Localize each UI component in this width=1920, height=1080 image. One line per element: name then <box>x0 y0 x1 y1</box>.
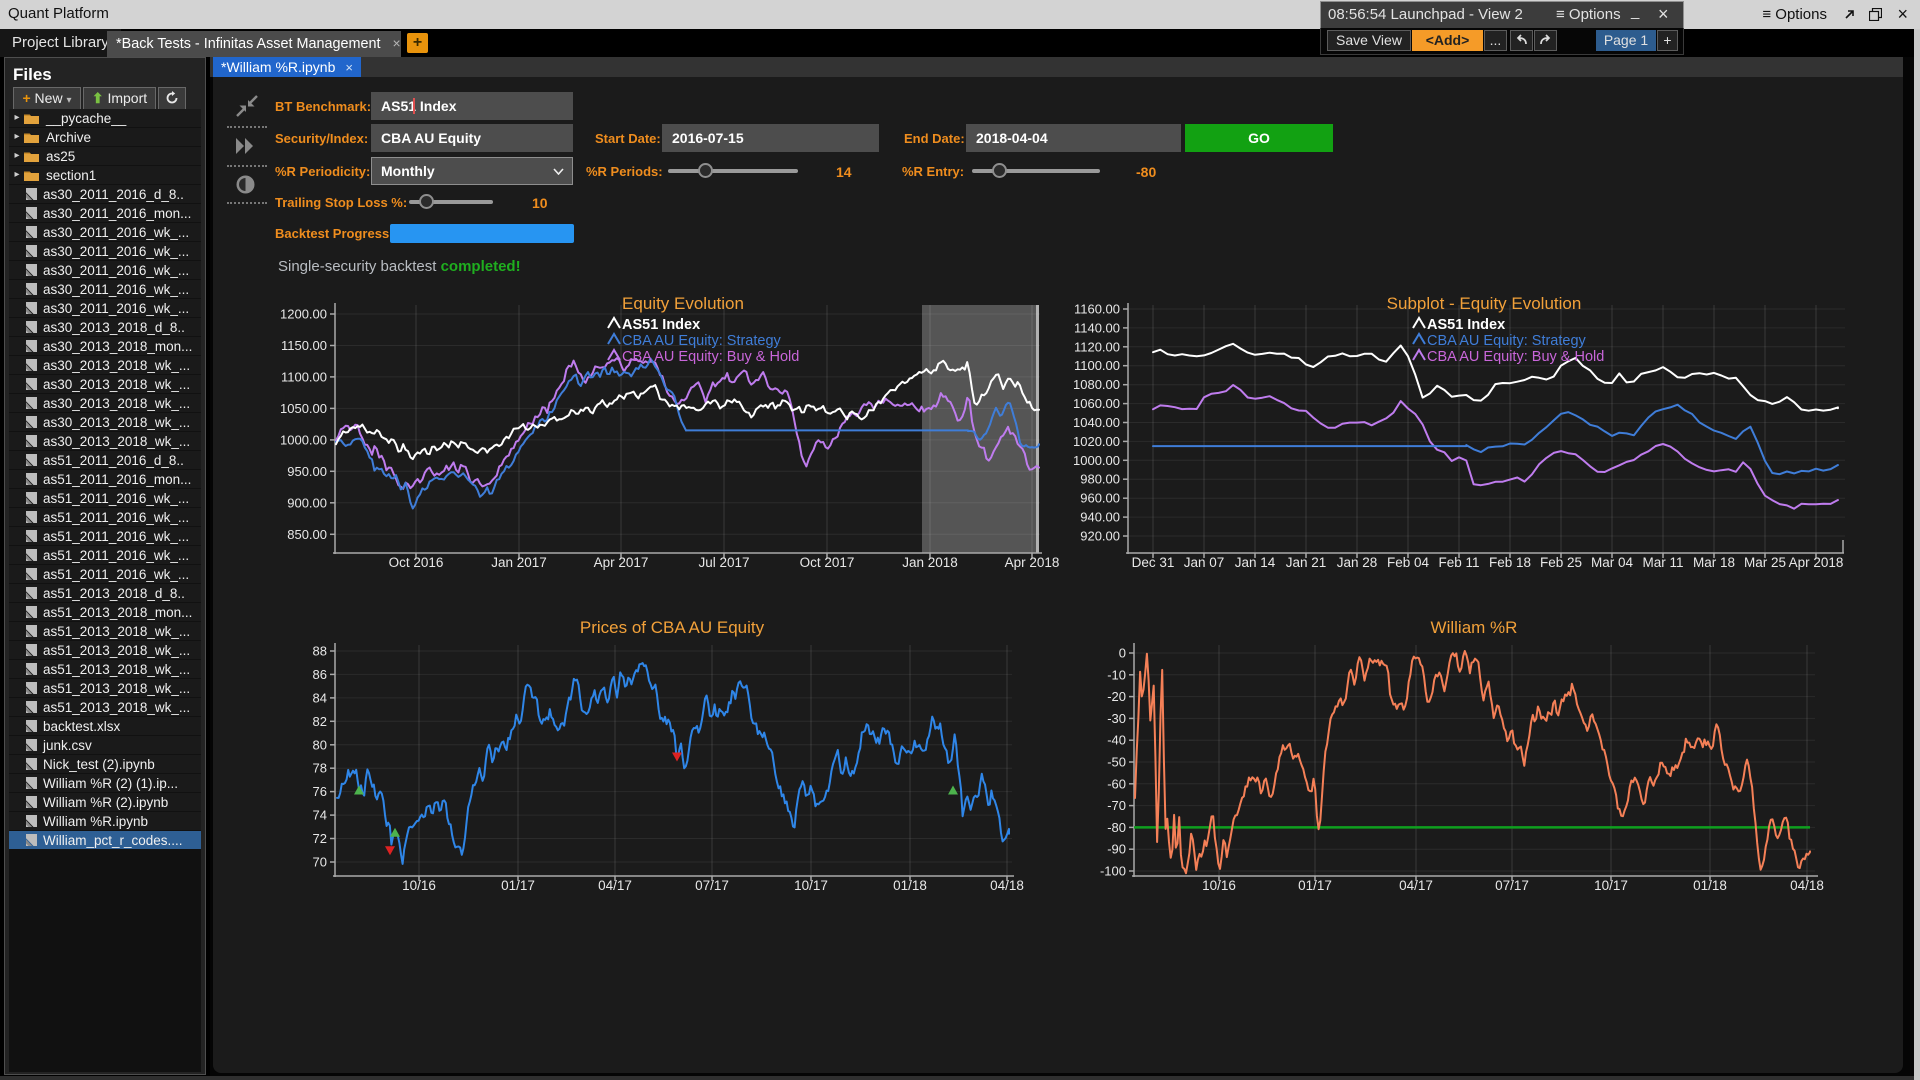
svg-text:0: 0 <box>1119 646 1126 661</box>
svg-text:Jul 2017: Jul 2017 <box>698 555 749 570</box>
svg-text:1000.00: 1000.00 <box>280 432 327 447</box>
svg-text:01/18: 01/18 <box>1693 878 1727 893</box>
svg-text:1120.00: 1120.00 <box>1074 339 1120 354</box>
svg-text:CBA AU Equity: Strategy: CBA AU Equity: Strategy <box>622 333 782 349</box>
svg-text:850.00: 850.00 <box>287 527 327 542</box>
svg-text:10/16: 10/16 <box>1202 878 1236 893</box>
svg-text:82: 82 <box>313 714 327 729</box>
svg-text:1060.00: 1060.00 <box>1073 396 1120 411</box>
svg-text:10/16: 10/16 <box>402 878 436 893</box>
svg-text:Apr 2017: Apr 2017 <box>594 555 649 570</box>
svg-text:80: 80 <box>313 737 327 752</box>
svg-text:900.00: 900.00 <box>287 495 327 510</box>
svg-text:940.00: 940.00 <box>1080 510 1120 525</box>
svg-text:04/18: 04/18 <box>1790 878 1824 893</box>
svg-text:1160.00: 1160.00 <box>1074 302 1120 317</box>
svg-text:04/17: 04/17 <box>598 878 632 893</box>
svg-text:Subplot - Equity Evolution: Subplot - Equity Evolution <box>1387 294 1582 313</box>
svg-text:04/18: 04/18 <box>990 878 1024 893</box>
svg-text:70: 70 <box>313 855 327 870</box>
svg-text:Mar 25: Mar 25 <box>1744 555 1786 570</box>
svg-text:Apr 2018: Apr 2018 <box>1005 555 1060 570</box>
svg-text:-20: -20 <box>1107 689 1126 704</box>
svg-text:04/17: 04/17 <box>1399 878 1433 893</box>
svg-text:950.00: 950.00 <box>287 464 327 479</box>
svg-text:-70: -70 <box>1107 798 1126 813</box>
svg-text:1040.00: 1040.00 <box>1073 415 1120 430</box>
svg-text:07/17: 07/17 <box>1495 878 1529 893</box>
svg-text:1100.00: 1100.00 <box>1074 358 1120 373</box>
svg-text:920.00: 920.00 <box>1080 529 1120 544</box>
svg-text:01/17: 01/17 <box>1298 878 1332 893</box>
svg-text:Apr 2018: Apr 2018 <box>1789 555 1844 570</box>
svg-text:CBA AU Equity: Strategy: CBA AU Equity: Strategy <box>1427 333 1587 349</box>
svg-text:Jan 28: Jan 28 <box>1337 555 1378 570</box>
svg-text:Mar 18: Mar 18 <box>1693 555 1735 570</box>
svg-text:1020.00: 1020.00 <box>1073 434 1120 449</box>
svg-text:Oct 2017: Oct 2017 <box>800 555 855 570</box>
svg-text:10/17: 10/17 <box>794 878 828 893</box>
svg-text:-60: -60 <box>1107 776 1126 791</box>
svg-text:76: 76 <box>313 784 327 799</box>
svg-text:72: 72 <box>313 831 327 846</box>
svg-text:-30: -30 <box>1107 711 1126 726</box>
svg-text:960.00: 960.00 <box>1080 491 1120 506</box>
svg-text:1150.00: 1150.00 <box>281 338 327 353</box>
svg-text:AS51 Index: AS51 Index <box>1427 317 1505 333</box>
svg-text:Jan 07: Jan 07 <box>1184 555 1225 570</box>
svg-text:Mar 04: Mar 04 <box>1591 555 1634 570</box>
svg-text:-80: -80 <box>1107 820 1126 835</box>
svg-text:86: 86 <box>313 667 327 682</box>
svg-text:Prices of CBA AU Equity: Prices of CBA AU Equity <box>580 618 765 637</box>
svg-text:William %R: William %R <box>1431 618 1518 637</box>
svg-text:-10: -10 <box>1107 667 1126 682</box>
svg-text:-90: -90 <box>1107 842 1126 857</box>
svg-text:-100: -100 <box>1100 864 1126 879</box>
svg-text:Feb 25: Feb 25 <box>1540 555 1582 570</box>
svg-text:01/18: 01/18 <box>893 878 927 893</box>
svg-text:Jan 2018: Jan 2018 <box>902 555 958 570</box>
svg-text:1000.00: 1000.00 <box>1073 453 1120 468</box>
svg-text:07/17: 07/17 <box>695 878 729 893</box>
svg-text:Feb 04: Feb 04 <box>1387 555 1430 570</box>
svg-text:84: 84 <box>313 690 327 705</box>
svg-text:CBA AU Equity: Buy & Hold: CBA AU Equity: Buy & Hold <box>1427 349 1604 365</box>
svg-text:01/17: 01/17 <box>501 878 535 893</box>
svg-text:Oct 2016: Oct 2016 <box>389 555 444 570</box>
svg-text:Dec 31: Dec 31 <box>1132 555 1175 570</box>
svg-text:CBA AU Equity: Buy & Hold: CBA AU Equity: Buy & Hold <box>622 349 799 365</box>
svg-text:980.00: 980.00 <box>1080 472 1120 487</box>
svg-text:AS51 Index: AS51 Index <box>622 317 700 333</box>
svg-text:Mar 11: Mar 11 <box>1642 555 1683 570</box>
svg-text:78: 78 <box>313 761 327 776</box>
svg-text:10/17: 10/17 <box>1594 878 1628 893</box>
svg-text:1080.00: 1080.00 <box>1073 377 1120 392</box>
svg-text:1100.00: 1100.00 <box>281 369 327 384</box>
svg-text:1200.00: 1200.00 <box>280 307 327 322</box>
svg-text:1140.00: 1140.00 <box>1074 320 1120 335</box>
svg-text:88: 88 <box>313 644 327 659</box>
svg-text:Jan 21: Jan 21 <box>1286 555 1327 570</box>
svg-text:Equity Evolution: Equity Evolution <box>622 294 744 313</box>
svg-text:-40: -40 <box>1107 733 1126 748</box>
svg-text:74: 74 <box>313 808 327 823</box>
svg-text:Feb 11: Feb 11 <box>1438 555 1479 570</box>
svg-text:Jan 14: Jan 14 <box>1235 555 1276 570</box>
svg-text:Jan 2017: Jan 2017 <box>491 555 547 570</box>
svg-text:-50: -50 <box>1107 755 1126 770</box>
svg-text:Feb 18: Feb 18 <box>1489 555 1531 570</box>
svg-text:1050.00: 1050.00 <box>280 401 327 416</box>
